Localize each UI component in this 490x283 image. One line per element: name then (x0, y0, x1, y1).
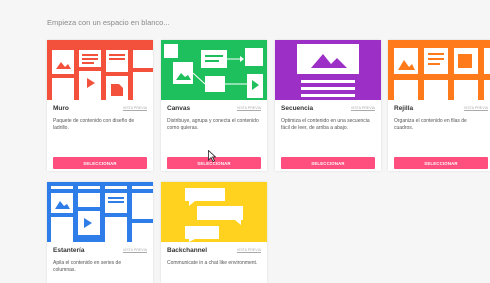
card-description: Paquete de contenido con diseño de ladri… (53, 118, 135, 131)
preview-link[interactable]: VISTA PREVIA (237, 248, 261, 252)
layout-card-backchannel[interactable]: Backchannel VISTA PREVIA Communicate in … (161, 182, 267, 283)
preview-link[interactable]: VISTA PREVIA (123, 106, 147, 110)
card-description: Communicate in a chat like environment. (167, 260, 258, 266)
wall-layout-icon (47, 40, 153, 100)
stream-layout-icon (275, 40, 381, 100)
layout-card-estanteria[interactable]: Estantería VISTA PREVIA Apila el conteni… (47, 182, 153, 283)
canvas-layout-icon (161, 40, 267, 100)
chat-layout-icon (161, 182, 267, 242)
select-button[interactable]: SELECCIONAR (394, 157, 488, 169)
rejilla-thumbnail (388, 40, 490, 100)
backchannel-thumbnail (161, 182, 267, 242)
layout-card-rejilla[interactable]: Rejilla VISTA PREVIA Organiza el conteni… (388, 40, 490, 171)
card-description: Organiza el contenido en filas de cuadro… (394, 118, 467, 131)
shelf-layout-icon (47, 182, 153, 242)
layout-card-secuencia[interactable]: Secuencia VISTA PREVIA Optimiza el conte… (275, 40, 381, 171)
section-heading: Empieza con un espacio en blanco... (47, 18, 170, 27)
card-description: Apila el contenido en series de columnas… (53, 260, 122, 273)
canvas-thumbnail (161, 40, 267, 100)
secuencia-thumbnail (275, 40, 381, 100)
preview-link[interactable]: VISTA PREVIA (237, 106, 261, 110)
preview-link[interactable]: VISTA PREVIA (464, 106, 488, 110)
preview-link[interactable]: VISTA PREVIA (123, 248, 147, 252)
mouse-cursor-icon (208, 150, 216, 162)
estanteria-thumbnail (47, 182, 153, 242)
layout-picker: Empieza con un espacio en blanco... Muro… (0, 0, 490, 283)
card-description: Distribuye, agrupa y conecta el contenid… (167, 118, 259, 131)
grid-layout-icon (388, 40, 490, 100)
select-button[interactable]: SELECCIONAR (281, 157, 375, 169)
card-description: Optimiza el contenido en una secuencia f… (281, 118, 370, 131)
muro-thumbnail (47, 40, 153, 100)
preview-link[interactable]: VISTA PREVIA (351, 106, 375, 110)
layout-card-muro[interactable]: Muro VISTA PREVIA Paquete de contenido c… (47, 40, 153, 171)
select-button[interactable]: SELECCIONAR (53, 157, 147, 169)
